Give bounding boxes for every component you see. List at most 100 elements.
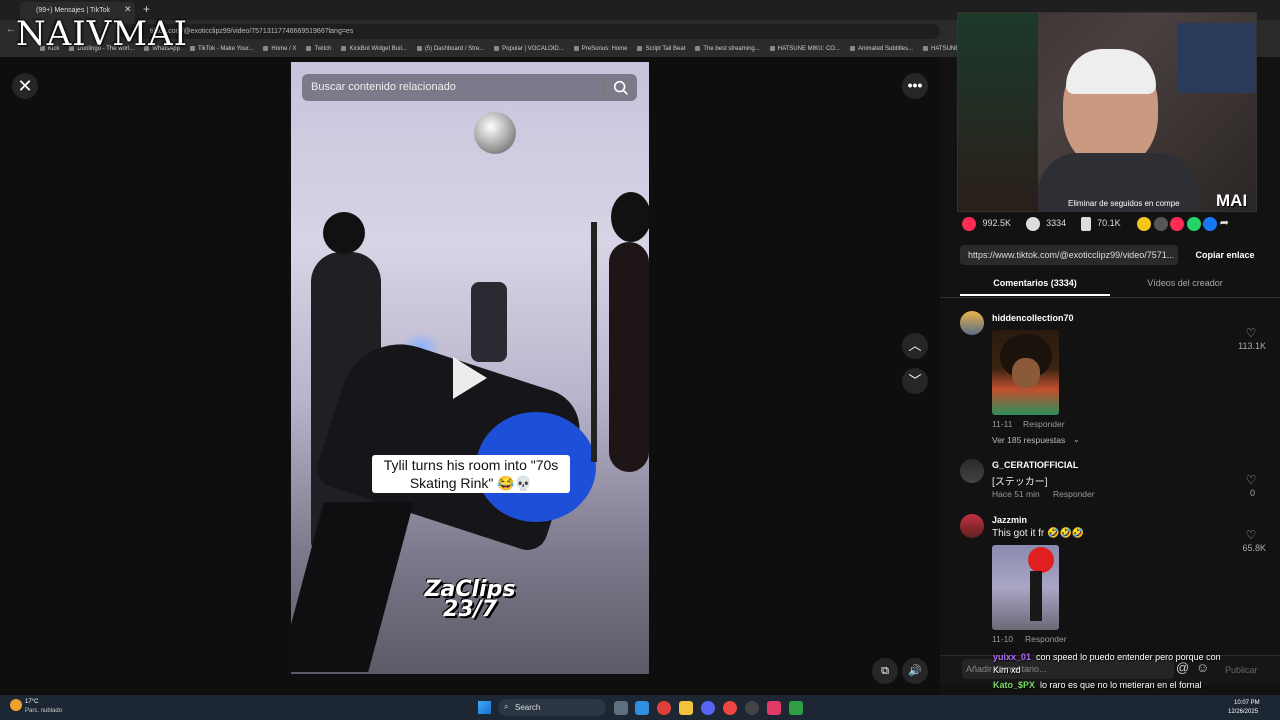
- chat-username: yuixx_01: [993, 652, 1032, 662]
- previous-video-icon[interactable]: ︿: [902, 333, 928, 359]
- comment-username[interactable]: G_CERATIOFFICIAL: [992, 460, 1078, 470]
- url-field[interactable]: tiktok.com/@exoticclipz99/video/75713117…: [120, 24, 940, 39]
- search-divider: [604, 78, 605, 98]
- chat-message: Kato_$PX lo raro es que no lo metieran en…: [993, 680, 1202, 690]
- saves-count: 70.1K: [1097, 218, 1121, 228]
- comment-likes: 113.1K: [1238, 341, 1266, 351]
- tab-creator-videos[interactable]: Vídeos del creador: [1110, 278, 1260, 296]
- comment-video-thumbnail[interactable]: [992, 545, 1059, 630]
- file-explorer-icon[interactable]: [679, 701, 693, 715]
- chatgpt-icon[interactable]: [745, 701, 759, 715]
- chevron-down-icon[interactable]: ⌄: [1073, 435, 1080, 444]
- taskbar-date: 12/26/2025: [1228, 709, 1259, 715]
- bookmark-item[interactable]: Home / X: [263, 46, 296, 53]
- view-replies-link[interactable]: Ver 185 respuestas: [992, 435, 1065, 445]
- taskbar-time: 10:07 PM: [1234, 700, 1260, 706]
- facebook-icon[interactable]: [1203, 216, 1218, 231]
- xbox-icon[interactable]: [789, 701, 803, 715]
- tab-comments[interactable]: Comentarios (3334): [960, 278, 1110, 296]
- windows-start-icon[interactable]: [478, 701, 491, 714]
- comment-heart-icon[interactable]: ♡: [1245, 327, 1257, 339]
- gaming-chair: [471, 282, 507, 362]
- music-app-icon[interactable]: [767, 701, 781, 715]
- whatsapp-icon[interactable]: [1186, 216, 1201, 231]
- more-options-icon[interactable]: •••: [902, 73, 928, 99]
- send-icon[interactable]: [1170, 216, 1185, 231]
- bookmark-item[interactable]: HATSUNE: [923, 46, 959, 53]
- heart-icon[interactable]: [962, 216, 976, 231]
- comment-sticker-image[interactable]: [992, 330, 1059, 415]
- comment-text: [ステッカー]: [992, 477, 1048, 488]
- share-link-field[interactable]: https://www.tiktok.com/@exoticclipz99/vi…: [960, 245, 1178, 265]
- comment-username[interactable]: Jazzmin: [992, 515, 1027, 525]
- comment-username[interactable]: hiddencollection70: [992, 313, 1074, 323]
- shelf: [591, 222, 597, 462]
- related-search-input[interactable]: Buscar contenido relacionado: [302, 74, 637, 101]
- embed-icon[interactable]: [1153, 216, 1168, 231]
- next-video-icon[interactable]: ﹀: [902, 368, 928, 394]
- bookmark-item[interactable]: KickBot Widget Buil...: [341, 46, 406, 53]
- person-right: [609, 242, 649, 472]
- thumbnail-figure: [1030, 571, 1042, 621]
- stats-row: 992.5K 3334 70.1K ➦: [962, 216, 1272, 234]
- thumbnail-red-wig: [1028, 547, 1054, 573]
- sticker-face: [1012, 358, 1040, 388]
- reply-button[interactable]: Responder: [1025, 634, 1067, 644]
- comment-date: Hace 51 min: [992, 489, 1040, 499]
- task-view-icon[interactable]: [614, 701, 628, 715]
- chat-text: lo raro es que no lo metieran en el forn…: [1040, 680, 1202, 690]
- avatar[interactable]: [960, 311, 984, 335]
- taskbar-search-icon: ⌕: [504, 702, 509, 711]
- emoji-icon[interactable]: ☺: [1196, 660, 1209, 675]
- bookmark-item[interactable]: Animated Subtitles...: [850, 46, 913, 53]
- taskbar-search[interactable]: Search: [498, 699, 606, 716]
- picture-in-picture-icon[interactable]: ⧉: [872, 658, 898, 684]
- chrome-icon[interactable]: [723, 701, 737, 715]
- discord-icon[interactable]: [701, 701, 715, 715]
- comment-icon[interactable]: [1025, 216, 1040, 231]
- weather-desc: Parc. nublado: [25, 708, 63, 714]
- avatar[interactable]: [960, 459, 984, 483]
- reply-button[interactable]: Responder: [1023, 419, 1065, 429]
- weather-icon[interactable]: [10, 699, 22, 711]
- share-arrow-icon[interactable]: ➦: [1220, 217, 1229, 229]
- bookmark-item[interactable]: TikTok - Make Your...: [190, 46, 253, 53]
- search-icon[interactable]: [612, 79, 630, 97]
- comment-date: 11-10: [992, 634, 1014, 644]
- play-icon[interactable]: [453, 357, 487, 399]
- comment-heart-icon[interactable]: ♡: [1245, 529, 1257, 541]
- chat-message-continued: Kim xd: [993, 665, 1021, 675]
- comment-text: This got it fr 🤣🤣🤣: [992, 528, 1085, 539]
- person-left-hair: [323, 212, 365, 254]
- watermark-line2: 23/7: [443, 597, 497, 622]
- avatar[interactable]: [960, 514, 984, 538]
- reply-button[interactable]: Responder: [1053, 489, 1095, 499]
- bookmark-item[interactable]: Script Tail Beat: [637, 46, 685, 53]
- coin-share-icon[interactable]: [1137, 216, 1152, 231]
- disco-ball: [474, 112, 516, 154]
- overlay-tag: MAI: [1216, 191, 1248, 210]
- bookmark-item[interactable]: PreSonus: Home: [574, 46, 628, 53]
- widgets-icon[interactable]: [635, 701, 649, 715]
- bookmark-item[interactable]: Twitch: [306, 46, 331, 53]
- bookmark-item[interactable]: The best streaming...: [695, 46, 759, 53]
- person-right-hair: [611, 192, 649, 242]
- tabs-divider: [940, 297, 1280, 298]
- bookmark-icon[interactable]: [1080, 216, 1091, 231]
- dancer-leg: [291, 502, 414, 672]
- chat-username: Kato_$PX: [993, 680, 1036, 690]
- comment-heart-icon[interactable]: ♡: [1245, 474, 1257, 486]
- stream-logo: NAIVMAI: [16, 14, 189, 54]
- chat-text: con speed lo puedo entender pero porque …: [1036, 652, 1221, 662]
- close-icon[interactable]: ✕: [12, 73, 38, 99]
- bookmark-item[interactable]: (5) Dashboard / Stre...: [417, 46, 484, 53]
- mention-icon[interactable]: @: [1176, 660, 1189, 675]
- comments-count: 3334: [1046, 218, 1067, 228]
- bookmark-item[interactable]: HATSUNE MIKU: CO...: [770, 46, 840, 53]
- back-icon[interactable]: ←: [6, 24, 16, 35]
- obs-icon[interactable]: [657, 701, 671, 715]
- bookmark-item[interactable]: Popular | VOCALOID...: [494, 46, 564, 53]
- publish-button[interactable]: Publicar: [1225, 665, 1258, 675]
- copy-link-button[interactable]: Copiar enlace: [1184, 245, 1266, 265]
- volume-icon[interactable]: 🔊: [902, 658, 928, 684]
